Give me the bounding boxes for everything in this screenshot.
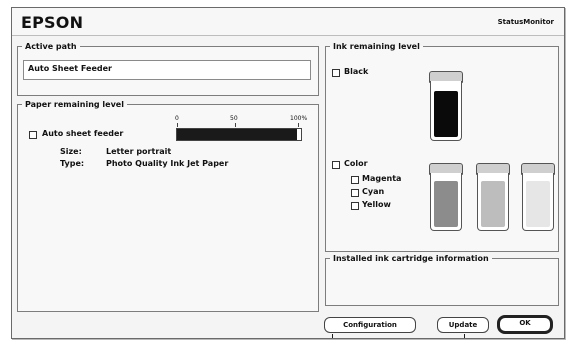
yellow-icon bbox=[351, 202, 359, 210]
cyan-label: Cyan bbox=[362, 187, 385, 196]
configuration-callout-line bbox=[332, 334, 333, 338]
brand-logo: EPSON bbox=[21, 13, 84, 32]
yellow-ink-fill bbox=[526, 180, 550, 227]
paper-size-value: Letter portrait bbox=[106, 147, 172, 156]
configuration-button[interactable]: Configuration bbox=[324, 317, 416, 333]
cartridge-body bbox=[477, 173, 509, 231]
magenta-label: Magenta bbox=[362, 174, 402, 183]
installed-info-legend: Installed ink cartridge information bbox=[333, 254, 489, 263]
yellow-cartridge bbox=[521, 163, 555, 231]
cartridge-body bbox=[522, 173, 554, 231]
magenta-cartridge bbox=[429, 163, 463, 231]
black-cartridge bbox=[429, 71, 463, 141]
ink-level-group: Ink remaining level Black Color Magenta … bbox=[325, 42, 559, 252]
update-button[interactable]: Update bbox=[437, 317, 489, 333]
paper-size-label: Size: bbox=[60, 147, 82, 156]
app-title: StatusMonitor bbox=[497, 18, 554, 26]
paper-type-label: Type: bbox=[60, 159, 85, 168]
color-ink-label: Color bbox=[344, 159, 368, 168]
paper-scale-tick bbox=[298, 123, 299, 127]
active-path-group: Active path Auto Sheet Feeder bbox=[17, 42, 319, 96]
installed-info-content bbox=[330, 269, 554, 301]
title-bar: EPSON StatusMonitor bbox=[12, 8, 564, 36]
paper-source-icon bbox=[29, 131, 37, 139]
paper-scale-label-100: 100% bbox=[290, 115, 308, 122]
cartridge-body bbox=[430, 173, 462, 231]
status-monitor-window: EPSON StatusMonitor Active path Auto She… bbox=[11, 7, 565, 339]
update-callout-line bbox=[464, 334, 465, 338]
paper-level-bar bbox=[176, 128, 302, 141]
active-path-field: Auto Sheet Feeder bbox=[23, 60, 311, 80]
installed-info-group: Installed ink cartridge information bbox=[325, 254, 559, 306]
black-ink-fill bbox=[434, 90, 458, 137]
ok-button[interactable]: OK bbox=[497, 315, 553, 334]
paper-scale-tick bbox=[235, 123, 236, 127]
paper-type-value: Photo Quality Ink Jet Paper bbox=[106, 159, 229, 168]
black-ink-icon bbox=[332, 69, 340, 77]
paper-level-group: Paper remaining level 0 50 100% Auto she… bbox=[17, 100, 319, 312]
ink-level-legend: Ink remaining level bbox=[333, 42, 420, 51]
paper-level-fill bbox=[177, 129, 298, 140]
cyan-ink-fill bbox=[481, 180, 505, 227]
yellow-label: Yellow bbox=[362, 200, 391, 209]
active-path-legend: Active path bbox=[25, 42, 77, 51]
magenta-ink-fill bbox=[434, 180, 458, 227]
paper-scale-tick bbox=[177, 123, 178, 127]
black-ink-label: Black bbox=[344, 67, 369, 76]
cyan-icon bbox=[351, 189, 359, 197]
paper-scale-label-50: 50 bbox=[230, 115, 238, 122]
paper-scale-label-0: 0 bbox=[175, 115, 179, 122]
cyan-cartridge bbox=[476, 163, 510, 231]
cartridge-body bbox=[430, 81, 462, 141]
magenta-icon bbox=[351, 176, 359, 184]
paper-source-label: Auto sheet feeder bbox=[42, 129, 124, 138]
paper-level-legend: Paper remaining level bbox=[25, 100, 124, 109]
color-ink-icon bbox=[332, 161, 340, 169]
